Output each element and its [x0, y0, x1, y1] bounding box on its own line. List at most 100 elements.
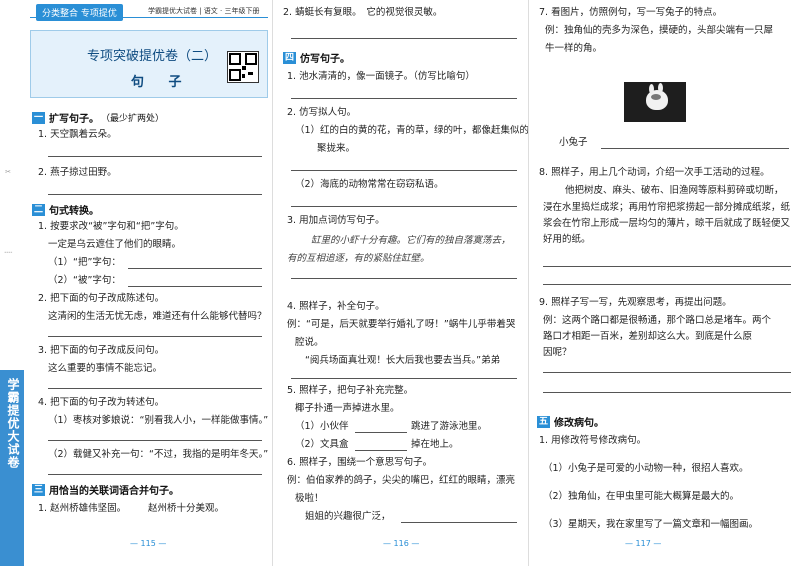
question-text: 1. 天空飘着云朵。: [38, 129, 117, 140]
question-text: 有的互相追逐，有的紧贴住缸壁。: [287, 253, 430, 264]
question-text: 2. 燕子掠过田野。: [38, 167, 117, 178]
question-text: 路口才相距一百米，差别却这么大。到底是什么原: [543, 331, 753, 342]
section-title: 仿写句子。: [300, 54, 350, 65]
side-mark: ┊: [4, 250, 12, 255]
question-text: 这清闲的生活无忧无虑，难道还有什么能够代替吗？: [48, 311, 267, 322]
question-text: 2. 蜻蜓长有复眼。 它的视觉很灵敏。: [283, 7, 443, 18]
answer-line[interactable]: [48, 336, 262, 337]
answer-line[interactable]: [48, 194, 262, 195]
question-text: 1. 池水清清的，像一面镜子。（仿写比喻句）: [287, 71, 475, 82]
answer-line[interactable]: [355, 432, 407, 433]
qr-code-icon[interactable]: [227, 51, 259, 83]
question-text: 在竹帘上形成一层均匀的薄片，晾干后就成了既轻便又好用的纸。: [543, 218, 791, 245]
section-title: 扩写句子。: [49, 114, 99, 125]
answer-line[interactable]: [543, 392, 791, 393]
question-text: 2. 仿写拟人句。: [287, 107, 357, 118]
question-text: 聚拢来。: [317, 143, 356, 154]
question-text: （1）小伙伴: [295, 421, 349, 432]
answer-line[interactable]: [291, 98, 517, 99]
header-rule: [30, 17, 268, 18]
question-text: 牛一样的角。: [545, 43, 603, 54]
question-text: 因呢？: [543, 347, 572, 358]
question-text: 6. 照样子，围绕一个意思写句子。: [287, 457, 433, 468]
question-text: 缸里的小虾十分有趣。它们有的独自落寞荡去，: [311, 235, 511, 246]
section-heading: 五 修改病句。: [537, 414, 604, 429]
header-tag: 分类整合 专项提优: [36, 4, 123, 21]
answer-line[interactable]: [355, 450, 407, 451]
rabbit-spot: [651, 94, 661, 100]
section-heading: 一 扩写句子。 （最少扩两处）: [32, 110, 164, 125]
question-text: 1. 按要求改“被”字句和“把”字句。: [38, 221, 184, 232]
section-number: 五: [537, 415, 550, 428]
question-text: （3）星期天，我在家里写了一篇文章和一幅图画。: [543, 519, 759, 530]
question-text: 赵州桥十分美观。: [148, 503, 225, 514]
answer-line[interactable]: [291, 38, 517, 39]
question-text: （2）载健又补充一句：“不过，我指的是明年冬天。”: [48, 449, 269, 460]
answer-line[interactable]: [401, 522, 517, 523]
answer-line[interactable]: [601, 148, 789, 149]
section-title: 句式转换。: [49, 206, 99, 217]
question-text: 例：“可是，后天就要举行婚礼了呀！”蜗牛儿乎带着哭: [287, 319, 516, 330]
page-number: — 116 —: [383, 539, 420, 548]
section-title: 用恰当的关联词语合并句子。: [49, 486, 179, 497]
question-text: 极啦！: [295, 493, 324, 504]
page-number: — 115 —: [130, 539, 167, 548]
page-number: — 117 —: [625, 539, 662, 548]
question-text: 3. 把下面的句子改成反问句。: [38, 345, 165, 356]
answer-line[interactable]: [128, 286, 262, 287]
question-text: 浸在水里捣烂成浆；再用竹帘把浆捞起一部分摊成纸浆，纸浆会在竹帘上形成一层均匀的薄…: [543, 200, 793, 248]
question-text: （2）海底的动物常常在窃窃私语。: [295, 179, 444, 190]
section-number: 四: [283, 51, 296, 64]
title-box: 专项突破提优卷（二） 句 子: [30, 30, 268, 98]
question-text: 5. 照样子，把句子补充完整。: [287, 385, 414, 396]
rabbit-photo: [624, 82, 686, 122]
section-note: （最少扩两处）: [101, 114, 165, 124]
question-text: 这么重要的事情不能忘记。: [48, 363, 163, 374]
answer-line[interactable]: [291, 278, 517, 279]
answer-line[interactable]: [128, 268, 262, 269]
question-text: （1）红的白的黄的花，青的草，绿的叶，都像赶集似的: [295, 125, 530, 136]
question-text: 他把树皮、麻头、破布、旧渔网等原料剪碎或切断，: [565, 185, 784, 196]
question-text: （1）小兔子是可爱的小动物一种，很招人喜欢。: [543, 463, 749, 474]
question-text: 一定是乌云遮住了他们的眼睛。: [48, 239, 182, 250]
answer-line[interactable]: [48, 474, 262, 475]
question-text: 例：独角仙的壳多为深色，摸硬的，头部尖端有一只犀: [545, 25, 774, 36]
question-text: 1. 赵州桥雄伟坚固。: [38, 503, 127, 514]
section-heading: 二 句式转换。: [32, 202, 99, 217]
answer-line[interactable]: [48, 388, 262, 389]
question-text: 例：这两个路口都是很畅通，那个路口总是堵车。两个: [543, 315, 772, 326]
spine-text: 学霸提优大试卷: [6, 378, 20, 469]
question-text: 例：伯伯家养的鸽子，尖尖的嘴巴，红红的眼睛，漂亮: [287, 475, 516, 486]
question-text: 8. 照样子，用上几个动词，介绍一次手工活动的过程。: [539, 167, 770, 178]
question-text: 9. 照样子写一写，先观察思考，再提出问题。: [539, 297, 732, 308]
header-series: 学霸提优大试卷 | 语文 · 三年级下册: [148, 7, 260, 15]
answer-line[interactable]: [48, 156, 262, 157]
question-text: （2）文具盒: [295, 439, 349, 450]
answer-line[interactable]: [543, 266, 791, 267]
page-title: 专项突破提优卷（二）: [87, 49, 218, 64]
answer-line[interactable]: [543, 372, 791, 373]
section-heading: 四 仿写句子。: [283, 50, 350, 65]
side-mark: ✂: [4, 168, 12, 176]
question-text: （1）枣核对爹娘说：“别看我人小，一样能做事情。”: [48, 415, 269, 426]
question-text: 小兔子: [559, 137, 588, 148]
answer-line[interactable]: [291, 206, 517, 207]
question-text: （2）独角仙，在甲虫里可能大概算是最大的。: [543, 491, 740, 502]
page-115: 学霸提优大试卷 ✂ ┊ 分类整合 专项提优 学霸提优大试卷 | 语文 · 三年级…: [0, 0, 272, 566]
section-heading: 三 用恰当的关联词语合并句子。: [32, 482, 179, 497]
question-text: 4. 照样子，补全句子。: [287, 301, 385, 312]
question-text: 椰子扑通一声掉进水里。: [295, 403, 400, 414]
question-text: 3. 用加点词仿写句子。: [287, 215, 385, 226]
question-text: 姐姐的兴趣很广泛，: [305, 511, 391, 522]
section-number: 一: [32, 111, 45, 124]
rabbit-icon: [646, 83, 668, 110]
question-text: 4. 把下面的句子改为转述句。: [38, 397, 165, 408]
answer-line[interactable]: [48, 440, 262, 441]
answer-line[interactable]: [291, 170, 517, 171]
question-text: 2. 把下面的句子改成陈述句。: [38, 293, 165, 304]
question-text: 7. 看图片，仿照例句，写一写兔子的特点。: [539, 7, 723, 18]
section-title: 修改病句。: [554, 418, 604, 429]
page-subtitle: 句 子: [131, 75, 192, 90]
answer-line[interactable]: [291, 378, 517, 379]
answer-line[interactable]: [543, 284, 791, 285]
